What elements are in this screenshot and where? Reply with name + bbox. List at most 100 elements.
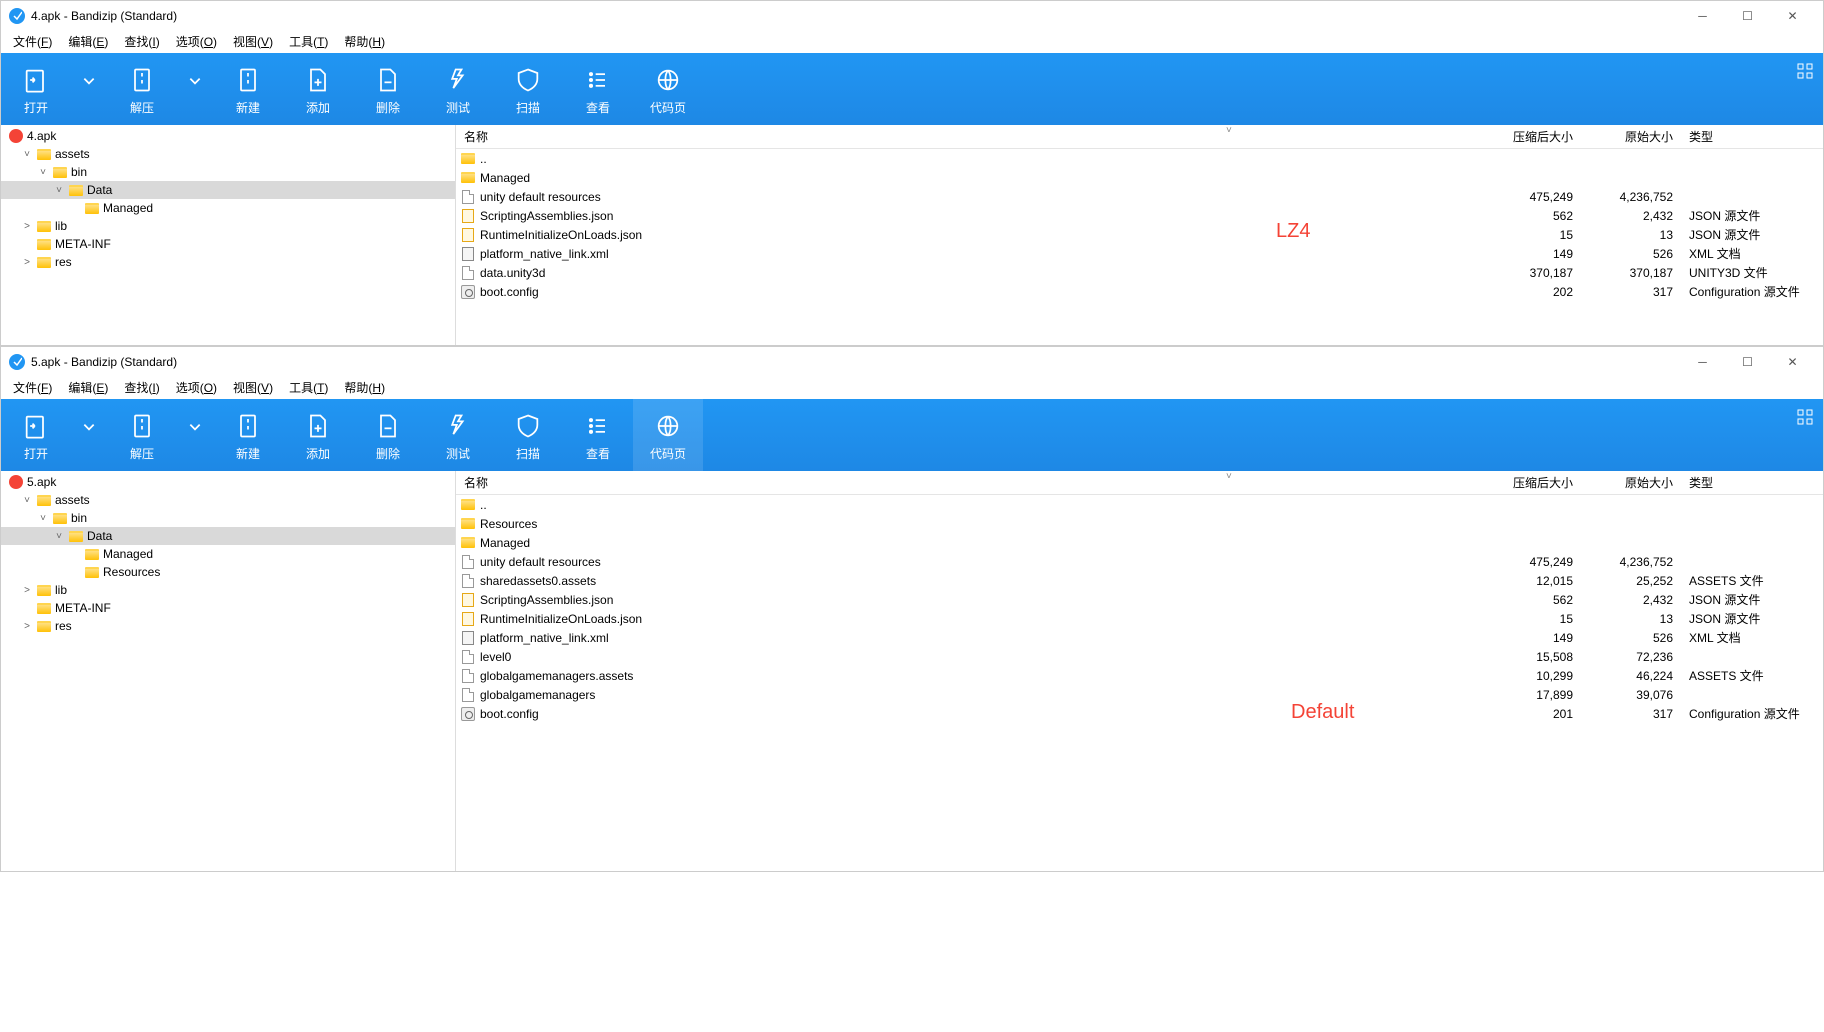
tree-root[interactable]: 4.apk — [1, 127, 455, 145]
toolbar-open-button[interactable]: 打开 — [1, 399, 71, 471]
column-compressed-size[interactable]: 压缩后大小 — [1473, 128, 1583, 145]
column-original-size[interactable]: 原始大小 — [1583, 474, 1683, 491]
minimize-button[interactable]: ─ — [1680, 347, 1725, 377]
toolbar-scan-button[interactable]: 扫描 — [493, 399, 563, 471]
menu-t[interactable]: 工具(T) — [281, 31, 336, 53]
maximize-button[interactable]: ☐ — [1725, 1, 1770, 31]
list-item[interactable]: Managed — [456, 533, 1823, 552]
tree-node[interactable]: ˅ Data — [1, 527, 455, 545]
list-item[interactable]: data.unity3d 370,187 370,187 UNITY3D 文件 — [456, 263, 1823, 282]
list-body[interactable]: .. Resources Managed unity default resou… — [456, 495, 1823, 871]
tree-twist-icon[interactable]: ˅ — [21, 495, 33, 506]
tree-node[interactable]: Resources — [1, 563, 455, 581]
column-name[interactable]: 名称 — [456, 474, 1473, 491]
menu-h[interactable]: 帮助(H) — [336, 377, 393, 399]
toolbar-new-button[interactable]: 新建 — [213, 399, 283, 471]
toolbar-extract-button[interactable]: 解压 — [107, 399, 177, 471]
tree-twist-icon[interactable]: ˅ — [53, 531, 65, 542]
tree-node[interactable]: META-INF — [1, 599, 455, 617]
menu-f[interactable]: 文件(F) — [5, 377, 60, 399]
toolbar-new-button[interactable]: 新建 — [213, 53, 283, 125]
tree-pane[interactable]: 5.apk ˅ assets ˅ bin ˅ Data Managed Reso… — [1, 471, 456, 871]
toolbar-extract-dropdown[interactable] — [177, 53, 213, 125]
tree-node[interactable]: ˅ assets — [1, 145, 455, 163]
list-item[interactable]: RuntimeInitializeOnLoads.json 15 13 JSON… — [456, 225, 1823, 244]
column-compressed-size[interactable]: 压缩后大小 — [1473, 474, 1583, 491]
toolbar-view-button[interactable]: 查看 — [563, 53, 633, 125]
tree-twist-icon[interactable]: ˃ — [21, 621, 33, 632]
list-item[interactable]: .. — [456, 495, 1823, 514]
toolbar-delete-button[interactable]: 删除 — [353, 53, 423, 125]
close-button[interactable]: ✕ — [1770, 347, 1815, 377]
tree-twist-icon[interactable] — [69, 549, 81, 560]
toolbar-open-button[interactable]: 打开 — [1, 53, 71, 125]
tree-twist-icon[interactable]: ˃ — [21, 585, 33, 596]
chevron-down-icon[interactable]: ˅ — [1226, 471, 1232, 482]
list-item[interactable]: ScriptingAssemblies.json 562 2,432 JSON … — [456, 206, 1823, 225]
toolbar-open-dropdown[interactable] — [71, 53, 107, 125]
tree-node[interactable]: ˃ res — [1, 253, 455, 271]
tree-node[interactable]: ˅ bin — [1, 509, 455, 527]
list-item[interactable]: boot.config 201 317 Configuration 源文件 — [456, 704, 1823, 723]
tree-twist-icon[interactable]: ˃ — [21, 257, 33, 268]
menu-e[interactable]: 编辑(E) — [60, 31, 116, 53]
maximize-button[interactable]: ☐ — [1725, 347, 1770, 377]
column-type[interactable]: 类型 — [1683, 128, 1823, 145]
list-item[interactable]: RuntimeInitializeOnLoads.json 15 13 JSON… — [456, 609, 1823, 628]
toolbar-extract-button[interactable]: 解压 — [107, 53, 177, 125]
tree-twist-icon[interactable] — [69, 567, 81, 578]
toolbar-options-icon[interactable] — [1797, 63, 1813, 82]
toolbar-codepage-button[interactable]: 代码页 — [633, 53, 703, 125]
list-item[interactable]: platform_native_link.xml 149 526 XML 文档 — [456, 244, 1823, 263]
tree-node[interactable]: META-INF — [1, 235, 455, 253]
toolbar-options-icon[interactable] — [1797, 409, 1813, 428]
list-item[interactable]: globalgamemanagers.assets 10,299 46,224 … — [456, 666, 1823, 685]
tree-root[interactable]: 5.apk — [1, 473, 455, 491]
column-type[interactable]: 类型 — [1683, 474, 1823, 491]
tree-node[interactable]: ˃ res — [1, 617, 455, 635]
tree-node[interactable]: ˃ lib — [1, 217, 455, 235]
tree-twist-icon[interactable]: ˅ — [37, 167, 49, 178]
tree-twist-icon[interactable] — [21, 239, 33, 250]
list-item[interactable]: boot.config 202 317 Configuration 源文件 — [456, 282, 1823, 301]
list-body[interactable]: .. Managed unity default resources 475,2… — [456, 149, 1823, 345]
tree-node[interactable]: Managed — [1, 199, 455, 217]
tree-node[interactable]: ˅ Data — [1, 181, 455, 199]
list-item[interactable]: globalgamemanagers 17,899 39,076 — [456, 685, 1823, 704]
chevron-down-icon[interactable]: ˅ — [1226, 125, 1232, 136]
toolbar-delete-button[interactable]: 删除 — [353, 399, 423, 471]
tree-twist-icon[interactable]: ˅ — [53, 185, 65, 196]
toolbar-add-button[interactable]: 添加 — [283, 53, 353, 125]
column-name[interactable]: 名称 — [456, 128, 1473, 145]
list-item[interactable]: Resources — [456, 514, 1823, 533]
toolbar-extract-dropdown[interactable] — [177, 399, 213, 471]
list-item[interactable]: platform_native_link.xml 149 526 XML 文档 — [456, 628, 1823, 647]
list-item[interactable]: unity default resources 475,249 4,236,75… — [456, 552, 1823, 571]
tree-twist-icon[interactable]: ˃ — [21, 221, 33, 232]
menu-h[interactable]: 帮助(H) — [336, 31, 393, 53]
tree-twist-icon[interactable]: ˅ — [21, 149, 33, 160]
list-item[interactable]: Managed — [456, 168, 1823, 187]
menu-o[interactable]: 选项(O) — [168, 377, 225, 399]
list-item[interactable]: .. — [456, 149, 1823, 168]
tree-twist-icon[interactable] — [21, 603, 33, 614]
toolbar-test-button[interactable]: 测试 — [423, 399, 493, 471]
toolbar-open-dropdown[interactable] — [71, 399, 107, 471]
list-item[interactable]: sharedassets0.assets 12,015 25,252 ASSET… — [456, 571, 1823, 590]
menu-v[interactable]: 视图(V) — [225, 377, 281, 399]
tree-node[interactable]: ˅ assets — [1, 491, 455, 509]
toolbar-test-button[interactable]: 测试 — [423, 53, 493, 125]
toolbar-add-button[interactable]: 添加 — [283, 399, 353, 471]
column-original-size[interactable]: 原始大小 — [1583, 128, 1683, 145]
tree-node[interactable]: Managed — [1, 545, 455, 563]
minimize-button[interactable]: ─ — [1680, 1, 1725, 31]
list-item[interactable]: level0 15,508 72,236 — [456, 647, 1823, 666]
menu-o[interactable]: 选项(O) — [168, 31, 225, 53]
tree-twist-icon[interactable]: ˅ — [37, 513, 49, 524]
toolbar-view-button[interactable]: 查看 — [563, 399, 633, 471]
menu-f[interactable]: 文件(F) — [5, 31, 60, 53]
tree-node[interactable]: ˅ bin — [1, 163, 455, 181]
menu-i[interactable]: 查找(I) — [116, 31, 167, 53]
toolbar-codepage-button[interactable]: 代码页 — [633, 399, 703, 471]
close-button[interactable]: ✕ — [1770, 1, 1815, 31]
